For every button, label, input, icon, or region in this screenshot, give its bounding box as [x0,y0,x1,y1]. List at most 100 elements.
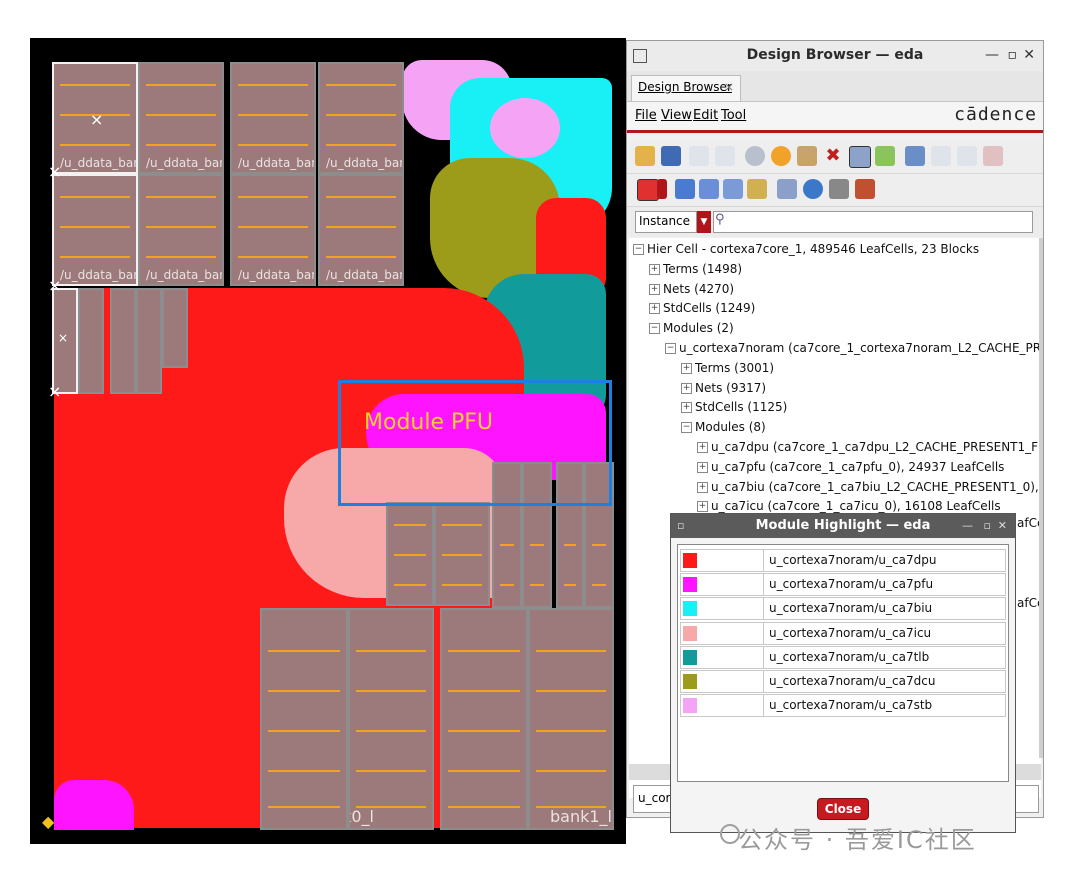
pen-3-icon[interactable] [723,179,743,199]
dropdown-icon[interactable] [657,179,667,199]
sram-macro[interactable]: /u_ddata_bank7 [52,174,138,286]
tree-node[interactable]: + Nets (9317) [681,381,766,395]
window-titlebar[interactable]: Design Browser — eda — ▫ ✕ [627,41,1043,72]
module-row[interactable]: u_cortexa7noram/u_ca7stb [680,694,1006,718]
open-folder-icon[interactable] [635,146,655,166]
small-macro[interactable] [78,288,104,394]
close-button[interactable]: Close [817,798,869,820]
expand-icon[interactable]: + [697,461,708,473]
hierarchy-icon[interactable] [777,179,797,199]
tree-node[interactable]: + StdCells (1125) [681,400,787,414]
bank-macro[interactable]: bank0_l [348,608,434,830]
module-row[interactable]: u_cortexa7noram/u_ca7dpu [680,549,1006,572]
color-swatch[interactable] [683,649,697,665]
tree-node[interactable]: + u_ca7icu (ca7core_1_ca7icu_0), 16108 Le… [697,499,1001,513]
pen-4-icon[interactable] [747,179,767,199]
tree-node[interactable]: − Hier Cell - cortexa7core_1, 489546 Leaf… [633,242,979,256]
expand-icon[interactable]: + [681,402,692,414]
sram-macro[interactable]: /u_ddata_bank1 [230,62,316,174]
menu-view[interactable]: View [661,108,692,123]
highlight-icon[interactable] [849,146,871,168]
tree-node[interactable]: + u_ca7pfu (ca7core_1_ca7pfu_0), 24937 Le… [697,460,1004,474]
expand-icon[interactable]: + [649,283,660,295]
layout-canvas[interactable]: × /u_ddata_bank3 /u_ddata_bank2 /u_ddata… [30,38,626,844]
module-row[interactable]: u_cortexa7noram/u_ca7dcu [680,670,1006,693]
tree-icon[interactable] [855,179,875,199]
color-swatch[interactable] [683,674,697,689]
small-macro[interactable] [110,288,136,394]
tree-node[interactable]: − Modules (2) [649,321,734,335]
tree-node[interactable]: + u_ca7biu (ca7core_1_ca7biu_L2_CACHE_PRE… [697,480,1041,494]
query-icon[interactable] [771,146,791,166]
tree-node[interactable]: + Terms (1498) [649,262,742,276]
module-row[interactable]: u_cortexa7noram/u_ca7pfu [680,573,1006,597]
tree-node[interactable]: + Nets (4270) [649,282,734,296]
small-macro[interactable] [136,288,162,394]
dialog-titlebar[interactable]: ▫ Module Highlight — eda — ▫ ✕ [671,514,1015,538]
expand-icon[interactable]: + [649,263,660,275]
tree-node[interactable]: + StdCells (1249) [649,301,755,315]
expand-icon[interactable]: + [697,442,708,453]
tab-design-browser[interactable]: Design Browser × [631,75,741,101]
vertical-scrollbar[interactable] [1039,238,1043,758]
bank-macro[interactable]: bank0_h [440,608,528,830]
collapse-icon[interactable]: − [681,422,692,434]
find-icon[interactable] [905,146,925,166]
probe-icon[interactable] [957,146,977,166]
menu-edit[interactable]: Edit [693,108,718,123]
small-macro[interactable] [162,288,188,368]
bank-macro[interactable]: bank1_l [528,608,614,830]
sram-macro[interactable] [434,502,490,606]
sram-macro[interactable]: /u_ddata_bank5 [230,174,316,286]
menu-file[interactable]: File [635,108,657,123]
search-mode-select[interactable]: Instance [635,211,697,233]
tree-node[interactable]: − Modules (8) [681,420,766,434]
module-row[interactable]: u_cortexa7noram/u_ca7icu [680,621,1006,645]
expand-icon[interactable]: + [681,362,692,374]
maximize-icon[interactable]: ▫ [984,514,991,538]
minimize-icon[interactable]: — [962,514,973,538]
settings-icon[interactable] [829,179,849,199]
sram-macro[interactable] [386,502,434,606]
save-icon[interactable] [661,146,681,166]
tree-node[interactable]: − u_cortexa7noram (ca7core_1_cortexa7nora… [665,341,1041,355]
expand-icon[interactable]: + [649,303,660,315]
chevron-down-icon[interactable]: ▼ [697,211,711,233]
unprobe-icon[interactable] [983,146,1003,166]
menu-tool[interactable]: Tool [721,108,746,123]
collapse-icon[interactable]: − [633,244,644,255]
refresh-icon[interactable] [745,146,765,166]
sram-macro[interactable]: /u_ddata_bank4 [318,62,404,174]
minimize-icon[interactable]: — [985,47,999,63]
small-macro[interactable]: × [52,288,78,394]
expand-icon[interactable]: + [697,501,708,513]
tree-node[interactable]: + u_ca7dpu (ca7core_1_ca7dpu_L2_CACHE_PRE… [697,440,1041,454]
close-icon[interactable]: ✕ [998,514,1007,538]
sram-macro[interactable]: /u_ddata_bank0 [318,174,404,286]
close-icon[interactable]: ✕ [1023,47,1035,63]
select-icon[interactable] [931,146,951,166]
search-icon[interactable]: ⚲ [715,212,725,227]
collapse-icon[interactable]: − [665,343,676,354]
maximize-icon[interactable]: ▫ [1008,47,1018,63]
zoom-fit-icon[interactable] [797,146,817,166]
redo-icon[interactable] [715,146,735,166]
color-swatch[interactable] [683,553,697,568]
undo-icon[interactable] [689,146,709,166]
module-color-list[interactable]: u_cortexa7noram/u_ca7dpu u_cortexa7noram/… [677,544,1009,782]
color-swatch[interactable] [683,601,697,617]
color-swatch[interactable] [683,577,697,593]
color-swatch[interactable] [683,625,697,641]
pen-2-icon[interactable] [699,179,719,199]
module-highlight-dialog[interactable]: ▫ Module Highlight — eda — ▫ ✕ u_cortexa… [670,513,1016,833]
module-row[interactable]: u_cortexa7noram/u_ca7tlb [680,645,1006,669]
bank-macro[interactable] [260,608,348,830]
sram-macro[interactable]: /u_ddata_bank6 [138,174,224,286]
tree-node[interactable]: + Terms (3001) [681,361,774,375]
sram-macro[interactable]: × /u_ddata_bank3 [52,62,138,174]
color-picker-icon[interactable] [637,179,659,201]
add-icon[interactable] [875,146,895,166]
search-input[interactable] [713,211,1033,233]
info-icon[interactable] [803,179,823,199]
delete-icon[interactable]: ✖ [823,146,843,166]
